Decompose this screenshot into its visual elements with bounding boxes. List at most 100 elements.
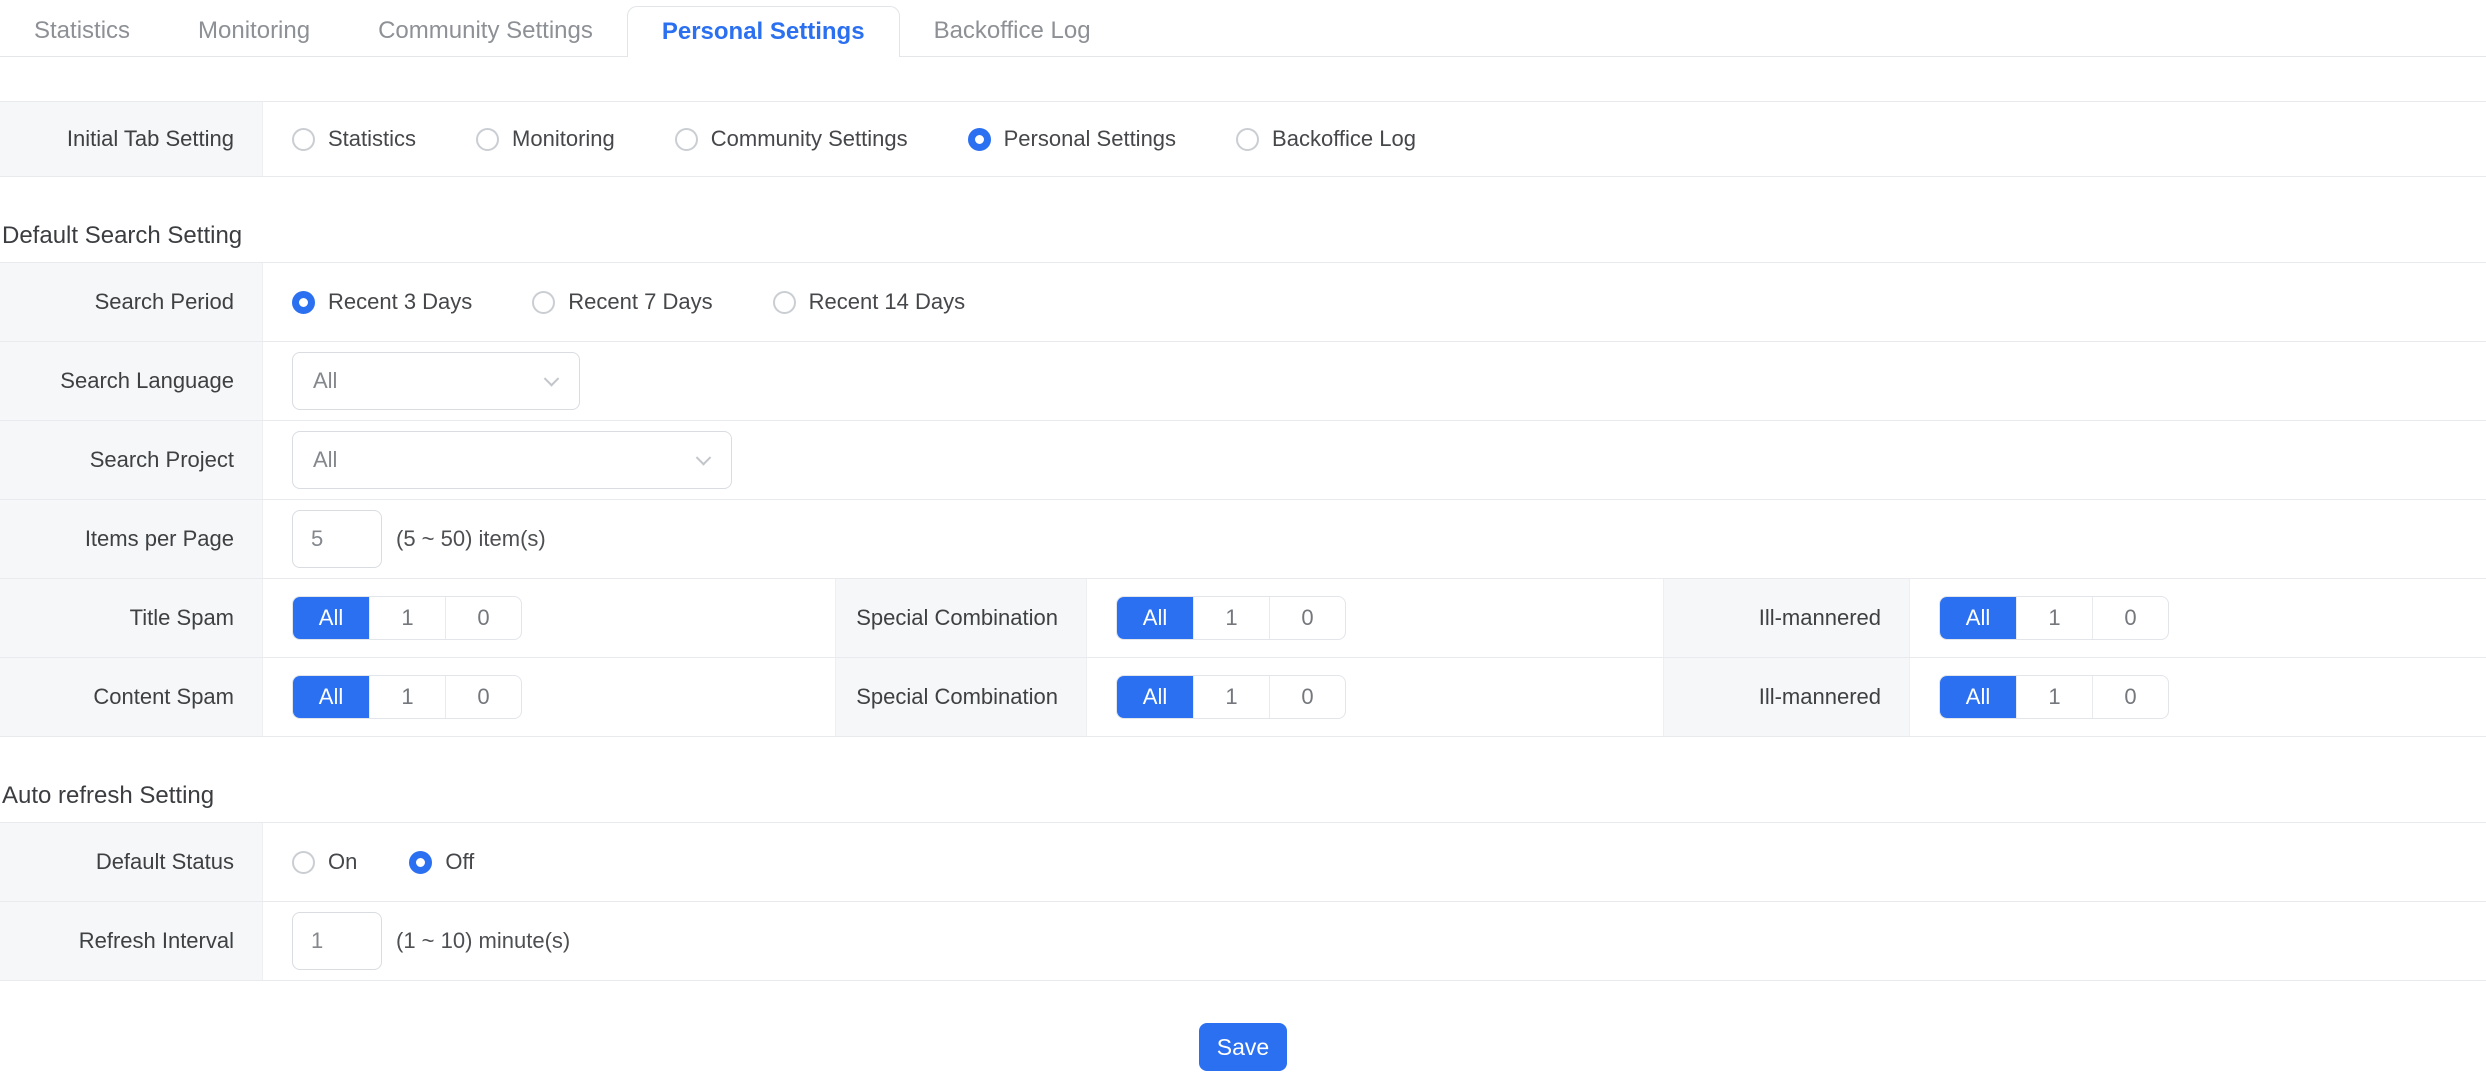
default-status-label: Default Status: [0, 823, 263, 901]
radio-icon: [1236, 128, 1259, 151]
row-label: Ill-mannered: [1759, 605, 1881, 631]
initial-tab-setting-row: Initial Tab Setting Statistics Monitorin…: [0, 101, 2486, 177]
row-label: Items per Page: [85, 526, 234, 552]
radio-selected-icon: [292, 291, 315, 314]
row-label: Special Combination: [856, 684, 1058, 710]
segment-all[interactable]: All: [1117, 676, 1193, 718]
tab-community-settings[interactable]: Community Settings: [344, 6, 627, 56]
radio-icon: [476, 128, 499, 151]
row-label: Special Combination: [856, 605, 1058, 631]
radio-status-off[interactable]: Off: [409, 849, 474, 875]
row-label: Default Status: [96, 849, 234, 875]
search-project-label: Search Project: [0, 421, 263, 499]
radio-initial-backoffice-log[interactable]: Backoffice Log: [1236, 126, 1416, 152]
content-special-combination-label: Special Combination: [835, 658, 1087, 736]
tab-label: Backoffice Log: [934, 17, 1091, 45]
initial-tab-setting-options: Statistics Monitoring Community Settings…: [263, 102, 2486, 176]
title-spam-toggle-cell: All 1 0: [263, 579, 835, 657]
initial-tab-setting-label: Initial Tab Setting: [0, 102, 263, 176]
row-label: Search Period: [95, 289, 234, 315]
row-label: Ill-mannered: [1759, 684, 1881, 710]
segment-0[interactable]: 0: [2092, 597, 2168, 639]
radio-label: Recent 7 Days: [568, 289, 712, 315]
content-ill-mannered-toggle-cell: All 1 0: [1910, 658, 2486, 736]
radio-recent-3-days[interactable]: Recent 3 Days: [292, 289, 472, 315]
tab-personal-settings[interactable]: Personal Settings: [627, 6, 900, 57]
title-special-combination-toggle: All 1 0: [1116, 596, 1346, 640]
segment-0[interactable]: 0: [1269, 676, 1345, 718]
radio-initial-personal-settings[interactable]: Personal Settings: [968, 126, 1176, 152]
search-language-row: Search Language All: [0, 342, 2486, 421]
content-spam-toggle-cell: All 1 0: [263, 658, 835, 736]
radio-label: Personal Settings: [1004, 126, 1176, 152]
title-ill-mannered-label: Ill-mannered: [1663, 579, 1910, 657]
title-spam-label: Title Spam: [0, 579, 263, 657]
tab-label: Monitoring: [198, 17, 310, 45]
segment-0[interactable]: 0: [1269, 597, 1345, 639]
row-label: Title Spam: [130, 605, 234, 631]
radio-recent-7-days[interactable]: Recent 7 Days: [532, 289, 712, 315]
segment-0[interactable]: 0: [2092, 676, 2168, 718]
radio-icon: [532, 291, 555, 314]
radio-initial-monitoring[interactable]: Monitoring: [476, 126, 615, 152]
radio-icon: [292, 851, 315, 874]
segment-all[interactable]: All: [1117, 597, 1193, 639]
search-language-content: All: [263, 342, 2486, 420]
refresh-interval-input[interactable]: [292, 912, 382, 970]
radio-label: Monitoring: [512, 126, 615, 152]
radio-initial-statistics[interactable]: Statistics: [292, 126, 416, 152]
default-status-options: On Off: [263, 823, 2486, 901]
radio-label: Backoffice Log: [1272, 126, 1416, 152]
content-spam-label: Content Spam: [0, 658, 263, 736]
segment-all[interactable]: All: [1940, 676, 2016, 718]
select-value: All: [313, 447, 337, 473]
segment-1[interactable]: 1: [369, 597, 445, 639]
items-per-page-row: Items per Page (5 ~ 50) item(s): [0, 500, 2486, 579]
items-per-page-content: (5 ~ 50) item(s): [263, 500, 2486, 578]
title-special-combination-label: Special Combination: [835, 579, 1087, 657]
segment-1[interactable]: 1: [2016, 676, 2092, 718]
title-special-combination-toggle-cell: All 1 0: [1087, 579, 1663, 657]
chevron-down-icon: [544, 371, 560, 387]
radio-icon: [675, 128, 698, 151]
default-search-setting-heading: Default Search Setting: [2, 223, 2486, 249]
segment-0[interactable]: 0: [445, 676, 521, 718]
row-label: Initial Tab Setting: [67, 126, 234, 152]
segment-all[interactable]: All: [293, 676, 369, 718]
content-spam-row: Content Spam All 1 0 Special Combination…: [0, 658, 2486, 737]
content-ill-mannered-label: Ill-mannered: [1663, 658, 1910, 736]
segment-all[interactable]: All: [293, 597, 369, 639]
radio-label: Recent 3 Days: [328, 289, 472, 315]
segment-1[interactable]: 1: [369, 676, 445, 718]
content-special-combination-toggle-cell: All 1 0: [1087, 658, 1663, 736]
radio-icon: [773, 291, 796, 314]
radio-selected-icon: [409, 851, 432, 874]
radio-initial-community-settings[interactable]: Community Settings: [675, 126, 908, 152]
search-language-select[interactable]: All: [292, 352, 580, 410]
segment-all[interactable]: All: [1940, 597, 2016, 639]
save-button[interactable]: Save: [1199, 1023, 1287, 1071]
search-language-label: Search Language: [0, 342, 263, 420]
search-period-row: Search Period Recent 3 Days Recent 7 Day…: [0, 263, 2486, 342]
items-per-page-input[interactable]: [292, 510, 382, 568]
tab-label: Community Settings: [378, 17, 593, 45]
search-period-options: Recent 3 Days Recent 7 Days Recent 14 Da…: [263, 263, 2486, 341]
segment-1[interactable]: 1: [2016, 597, 2092, 639]
tab-backoffice-log[interactable]: Backoffice Log: [900, 6, 1125, 56]
content-ill-mannered-toggle: All 1 0: [1939, 675, 2169, 719]
tab-monitoring[interactable]: Monitoring: [164, 6, 344, 56]
radio-recent-14-days[interactable]: Recent 14 Days: [773, 289, 966, 315]
segment-1[interactable]: 1: [1193, 676, 1269, 718]
default-search-setting-table: Search Period Recent 3 Days Recent 7 Day…: [0, 262, 2486, 737]
content-spam-toggle: All 1 0: [292, 675, 522, 719]
segment-1[interactable]: 1: [1193, 597, 1269, 639]
row-label: Refresh Interval: [79, 928, 234, 954]
search-project-content: All: [263, 421, 2486, 499]
default-status-row: Default Status On Off: [0, 823, 2486, 902]
search-project-select[interactable]: All: [292, 431, 732, 489]
tab-statistics[interactable]: Statistics: [0, 6, 164, 56]
radio-label: Off: [445, 849, 474, 875]
segment-0[interactable]: 0: [445, 597, 521, 639]
radio-status-on[interactable]: On: [292, 849, 357, 875]
search-project-row: Search Project All: [0, 421, 2486, 500]
